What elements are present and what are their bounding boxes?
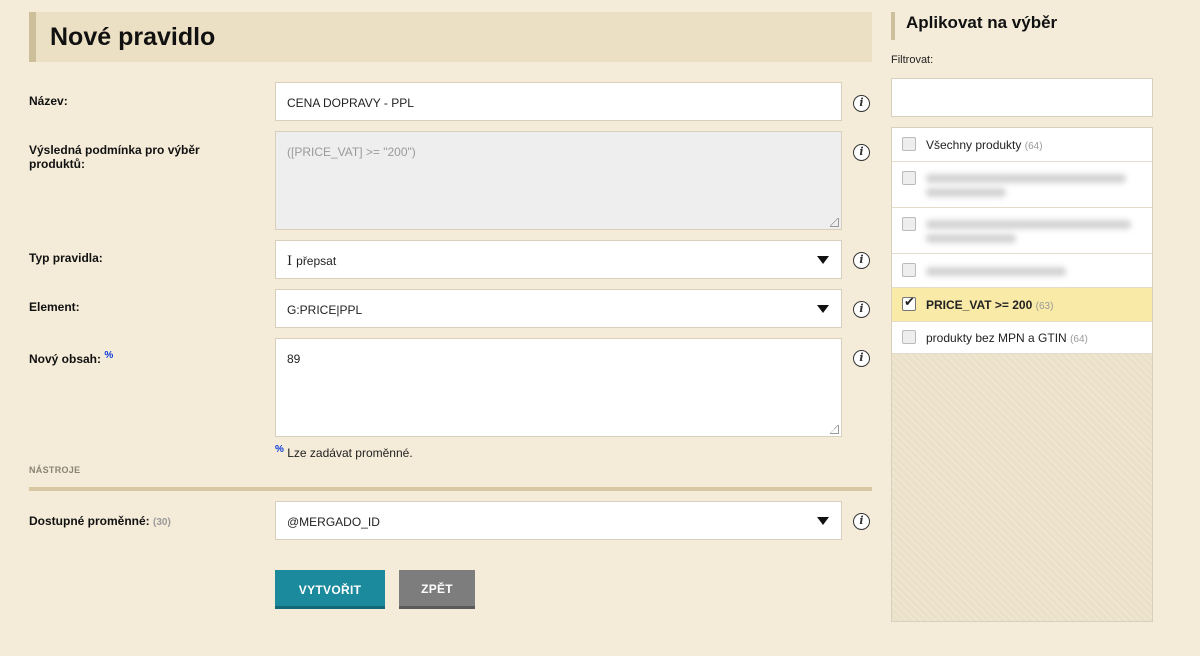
dropdown-arrow-icon: [817, 255, 829, 264]
new-content-label: Nový obsah: %: [29, 349, 249, 366]
list-item-name: produkty bez MPN a GTIN: [926, 331, 1067, 345]
checkbox[interactable]: [902, 171, 916, 185]
new-content-info-icon[interactable]: i: [853, 350, 870, 367]
new-content-value: 89: [287, 352, 301, 366]
list-item-label: produkty bez MPN a GTIN (64): [926, 331, 1088, 345]
blurred-label: [926, 188, 1006, 197]
new-content-textarea[interactable]: 89: [275, 338, 842, 437]
list-item[interactable]: [892, 208, 1152, 254]
blurred-label: [926, 267, 1066, 276]
resize-handle-icon[interactable]: [830, 425, 839, 434]
back-button[interactable]: ZPĚT: [399, 570, 475, 609]
name-info-icon[interactable]: i: [853, 95, 870, 112]
list-item-count: (63): [1035, 301, 1054, 312]
dropdown-arrow-icon: [817, 304, 829, 313]
tools-section-title: NÁSTROJE: [29, 465, 81, 475]
condition-label: Výsledná podmínka pro výběr produktů:: [29, 143, 200, 171]
checkbox[interactable]: [902, 263, 916, 277]
list-item-label: Všechny produkty (64): [926, 138, 1043, 152]
page-title: Nové pravidlo: [50, 23, 216, 51]
element-info-icon[interactable]: i: [853, 301, 870, 318]
variables-label-text: Dostupné proměnné:: [29, 514, 150, 528]
condition-value: ([PRICE_VAT] >= "200"): [287, 145, 416, 159]
blurred-label: [926, 174, 1126, 183]
filter-input[interactable]: [891, 78, 1153, 117]
hint-marker: %: [275, 444, 284, 455]
element-select[interactable]: G:PRICE|PPL: [275, 289, 842, 328]
page-header: Nové pravidlo: [29, 12, 872, 62]
create-button[interactable]: VYTVOŘIT: [275, 570, 385, 609]
list-item-count: (64): [1024, 141, 1043, 152]
rule-type-label: Typ pravidla:: [29, 251, 103, 265]
text-cursor-icon: I: [287, 254, 293, 269]
variables-select[interactable]: @MERGADO_ID: [275, 501, 842, 540]
element-value: G:PRICE|PPL: [287, 303, 363, 317]
variables-marker: %: [104, 350, 114, 361]
checkbox[interactable]: [902, 330, 916, 344]
rule-form: Nové pravidlo Název: CENA DOPRAVY - PPL …: [0, 0, 880, 659]
selection-list: Všechny produkty (64) PRICE_VAT >= 200 (…: [891, 127, 1153, 622]
list-item[interactable]: Všechny produkty (64): [892, 128, 1152, 162]
list-item[interactable]: [892, 162, 1152, 208]
filter-label: Filtrovat:: [891, 54, 934, 66]
hint-text: Lze zadávat proměnné.: [287, 446, 413, 460]
name-label: Název:: [29, 94, 68, 108]
blurred-label: [926, 220, 1131, 229]
new-content-label-text: Nový obsah:: [29, 352, 102, 366]
rule-type-select[interactable]: Ipřepsat: [275, 240, 842, 279]
rule-type-value-wrap: Ipřepsat: [287, 254, 336, 269]
list-item[interactable]: produkty bez MPN a GTIN (64): [892, 322, 1152, 354]
checkbox[interactable]: [902, 217, 916, 231]
name-input[interactable]: CENA DOPRAVY - PPL: [275, 82, 842, 121]
variables-count: (30): [153, 517, 171, 528]
rule-type-info-icon[interactable]: i: [853, 252, 870, 269]
variables-label: Dostupné proměnné: (30): [29, 514, 249, 530]
sidebar-title-accent: [891, 12, 895, 40]
variables-hint: % Lze zadávat proměnné.: [275, 444, 413, 460]
condition-textarea: ([PRICE_VAT] >= "200"): [275, 131, 842, 230]
resize-handle-icon: [830, 218, 839, 227]
sidebar-title: Aplikovat na výběr: [906, 13, 1058, 32]
name-input-value: CENA DOPRAVY - PPL: [287, 96, 414, 110]
variables-value: @MERGADO_ID: [287, 515, 380, 529]
list-item[interactable]: [892, 254, 1152, 288]
blurred-label: [926, 234, 1016, 243]
list-item-selected[interactable]: PRICE_VAT >= 200 (63): [892, 288, 1152, 322]
checkbox-checked[interactable]: [902, 295, 916, 311]
list-item-name: PRICE_VAT >= 200: [926, 298, 1033, 312]
list-item-label: PRICE_VAT >= 200 (63): [926, 298, 1053, 312]
element-label: Element:: [29, 300, 80, 314]
list-item-count: (64): [1070, 334, 1088, 345]
dropdown-arrow-icon: [817, 516, 829, 525]
checkbox[interactable]: [902, 137, 916, 151]
section-divider: [29, 487, 872, 491]
variables-info-icon[interactable]: i: [853, 513, 870, 530]
rule-type-value: přepsat: [296, 254, 337, 268]
list-item-name: Všechny produkty: [926, 138, 1022, 152]
condition-info-icon[interactable]: i: [853, 144, 870, 161]
